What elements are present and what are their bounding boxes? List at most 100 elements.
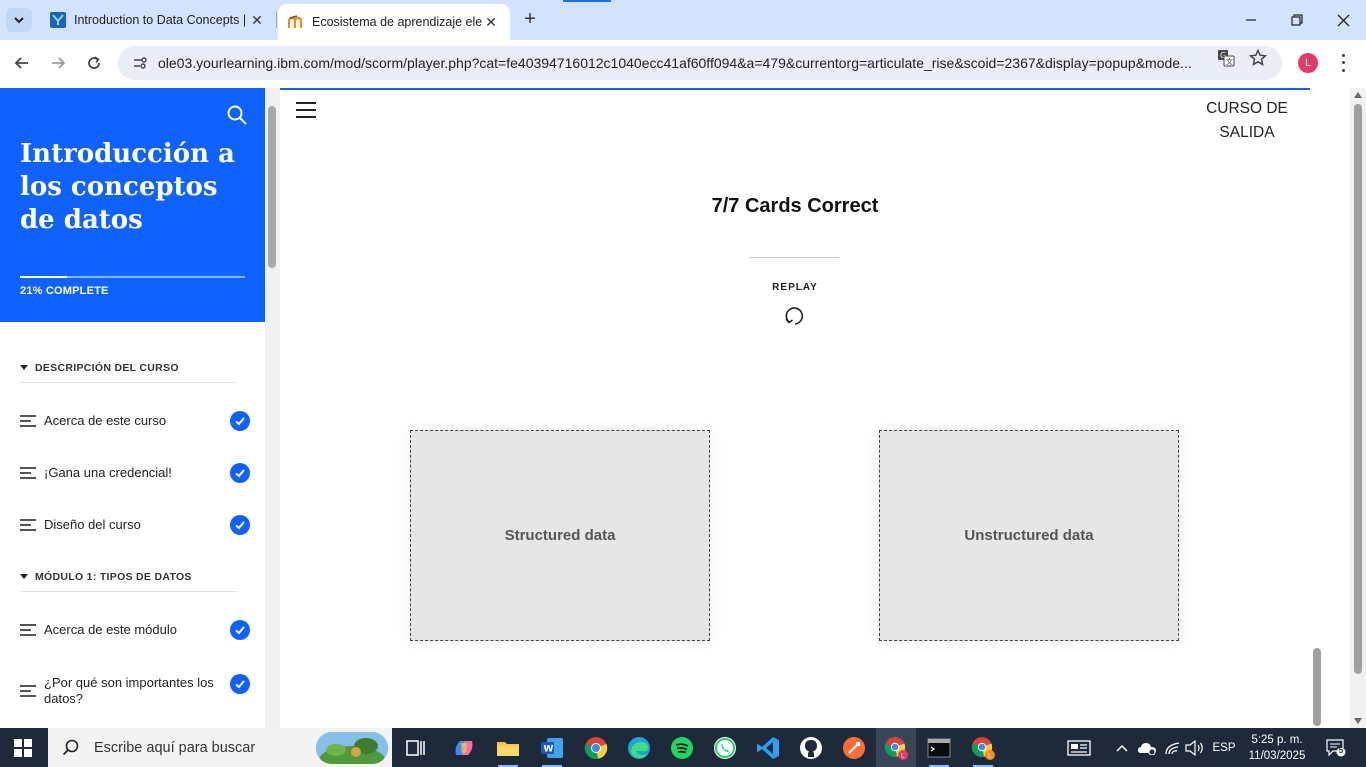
sidebar-scrollbar-thumb[interactable]	[268, 106, 276, 268]
course-progress-bar	[20, 276, 245, 278]
lesson-label: ¿Por qué son importantes los datos?	[44, 675, 214, 706]
restore-window-button[interactable]	[1274, 0, 1320, 40]
lesson-label: Acerca de este módulo	[44, 622, 177, 637]
chrome-icon[interactable]	[582, 734, 610, 762]
site-info-icon[interactable]	[130, 55, 150, 71]
page-scrollbar-thumb[interactable]	[1354, 104, 1362, 674]
tab-search-button[interactable]	[6, 8, 32, 32]
minimize-window-button[interactable]	[1228, 0, 1274, 40]
taskbar-search-box[interactable]: Escribe aquí para buscar	[48, 728, 392, 767]
card-label: Unstructured data	[964, 527, 1094, 544]
translate-page-icon[interactable]: G文	[1216, 48, 1236, 68]
content-scrollbar-thumb[interactable]	[1313, 648, 1321, 726]
section-label: MÓDULO 1: TIPOS DE DATOS	[35, 570, 192, 583]
sidebar-scrollbar[interactable]	[265, 88, 280, 728]
lesson-por-que-son-importantes-los-datos[interactable]: ¿Por qué son importantes los datos?	[20, 674, 250, 708]
lesson-diseno-del-curso[interactable]: Diseño del curso	[20, 515, 250, 535]
postman-icon[interactable]	[840, 734, 868, 762]
lesson-gana-una-credencial[interactable]: ¡Gana una credencial!	[20, 463, 250, 483]
replay-icon[interactable]	[783, 305, 805, 327]
scroll-down-icon[interactable]	[1354, 718, 1362, 724]
completed-check-icon	[230, 674, 250, 694]
scroll-up-icon[interactable]	[1354, 92, 1362, 98]
url-text: ole03.yourlearning.ibm.com/mod/scorm/pla…	[158, 55, 1192, 71]
lesson-lines-icon	[20, 467, 36, 479]
browser-tab-strip: Introduction to Data Concepts | Y ✕ Ecos…	[0, 0, 1366, 40]
notifications-icon[interactable]: 5	[1326, 739, 1346, 757]
course-progress-fill	[20, 276, 68, 278]
task-view-icon[interactable]	[402, 734, 430, 762]
lesson-label: Diseño del curso	[44, 517, 141, 532]
file-explorer-icon[interactable]	[494, 734, 522, 767]
page-scrollbar[interactable]	[1350, 88, 1366, 728]
drop-target-unstructured-data[interactable]: Unstructured data	[879, 430, 1179, 641]
word-icon[interactable]: W	[538, 734, 566, 767]
lesson-lines-icon	[20, 685, 36, 697]
sidebar-header: Introducción a los conceptos de datos 21…	[0, 88, 265, 322]
edge-icon[interactable]	[625, 734, 653, 762]
reload-icon	[88, 56, 100, 69]
windows-taskbar: Escribe aquí para buscar W L L ESP 5:25 …	[0, 728, 1366, 767]
chevron-up-icon[interactable]	[1112, 728, 1132, 767]
arrow-right-icon	[52, 57, 66, 69]
chrome-profile-icon[interactable]: L	[969, 734, 997, 767]
search-icon	[62, 739, 79, 755]
news-widget-icon[interactable]	[1064, 728, 1094, 767]
input-language[interactable]: ESP	[1208, 728, 1240, 767]
tab-title: Introduction to Data Concepts | Y	[74, 13, 248, 27]
close-tab-icon[interactable]: ✕	[248, 12, 266, 29]
course-sidebar: Introducción a los conceptos de datos 21…	[0, 88, 265, 728]
tab-separator	[276, 12, 277, 28]
reload-button[interactable]	[81, 50, 107, 76]
terminal-icon[interactable]	[925, 734, 953, 767]
bookmark-star-icon[interactable]	[1248, 48, 1268, 68]
volume-icon[interactable]	[1184, 728, 1206, 767]
replay-label[interactable]: REPLAY	[280, 282, 1310, 293]
system-clock[interactable]: 5:25 p. m. 11/03/2025	[1240, 732, 1314, 764]
svg-text:文: 文	[1226, 57, 1233, 66]
profile-avatar[interactable]: L	[1298, 53, 1318, 73]
forward-button[interactable]	[45, 50, 71, 76]
lesson-content: CURSO DE SALIDA 7/7 Cards Correct REPLAY…	[280, 88, 1324, 728]
lesson-lines-icon	[20, 624, 36, 636]
menu-icon[interactable]	[296, 102, 316, 118]
lesson-lines-icon	[20, 519, 36, 531]
lesson-acerca-de-este-modulo[interactable]: Acerca de este módulo	[20, 620, 250, 640]
spotify-icon[interactable]	[668, 734, 696, 762]
minimize-icon	[1246, 19, 1256, 21]
caret-down-icon	[20, 574, 28, 579]
arrow-left-icon	[14, 57, 28, 69]
lesson-top-accent	[280, 88, 1324, 90]
whatsapp-icon[interactable]	[711, 734, 739, 762]
wifi-icon[interactable]	[1162, 728, 1184, 767]
completed-check-icon	[230, 515, 250, 535]
restore-icon	[1291, 14, 1303, 26]
close-tab-icon[interactable]: ✕	[482, 14, 500, 31]
drop-target-structured-data[interactable]: Structured data	[410, 430, 710, 641]
lesson-label: Acerca de este curso	[44, 413, 167, 428]
section-descripcion-del-curso[interactable]: DESCRIPCIÓN DEL CURSO	[20, 353, 237, 383]
divider	[750, 257, 839, 258]
lesson-label: ¡Gana una credencial!	[44, 465, 172, 480]
tab-strip-indicator	[563, 0, 611, 2]
content-scrollbar[interactable]	[1310, 88, 1324, 728]
back-button[interactable]	[9, 50, 35, 76]
exit-course-link[interactable]: CURSO DE SALIDA	[1198, 97, 1296, 145]
address-bar[interactable]: ole03.yourlearning.ibm.com/mod/scorm/pla…	[118, 46, 1282, 80]
github-icon[interactable]	[797, 734, 825, 762]
new-tab-button[interactable]: +	[519, 8, 541, 32]
vscode-icon[interactable]	[754, 734, 782, 762]
chrome-profile-active-icon[interactable]: L	[876, 728, 916, 767]
search-icon[interactable]	[226, 104, 248, 126]
search-highlight-image[interactable]	[316, 732, 388, 764]
close-window-button[interactable]	[1320, 0, 1366, 40]
onedrive-sync-icon[interactable]	[1136, 728, 1158, 767]
section-modulo-1-tipos-de-datos[interactable]: MÓDULO 1: TIPOS DE DATOS	[20, 562, 237, 592]
browser-tab-ecosistema[interactable]: Ecosistema de aprendizaje elect ✕	[278, 4, 510, 40]
browser-menu-icon[interactable]	[1336, 52, 1350, 74]
copilot-icon[interactable]	[450, 734, 478, 762]
result-title: 7/7 Cards Correct	[711, 195, 879, 217]
windows-start-icon[interactable]	[14, 739, 32, 757]
browser-tab-introduction[interactable]: Introduction to Data Concepts | Y ✕	[40, 4, 276, 36]
lesson-acerca-de-este-curso[interactable]: Acerca de este curso	[20, 411, 250, 431]
